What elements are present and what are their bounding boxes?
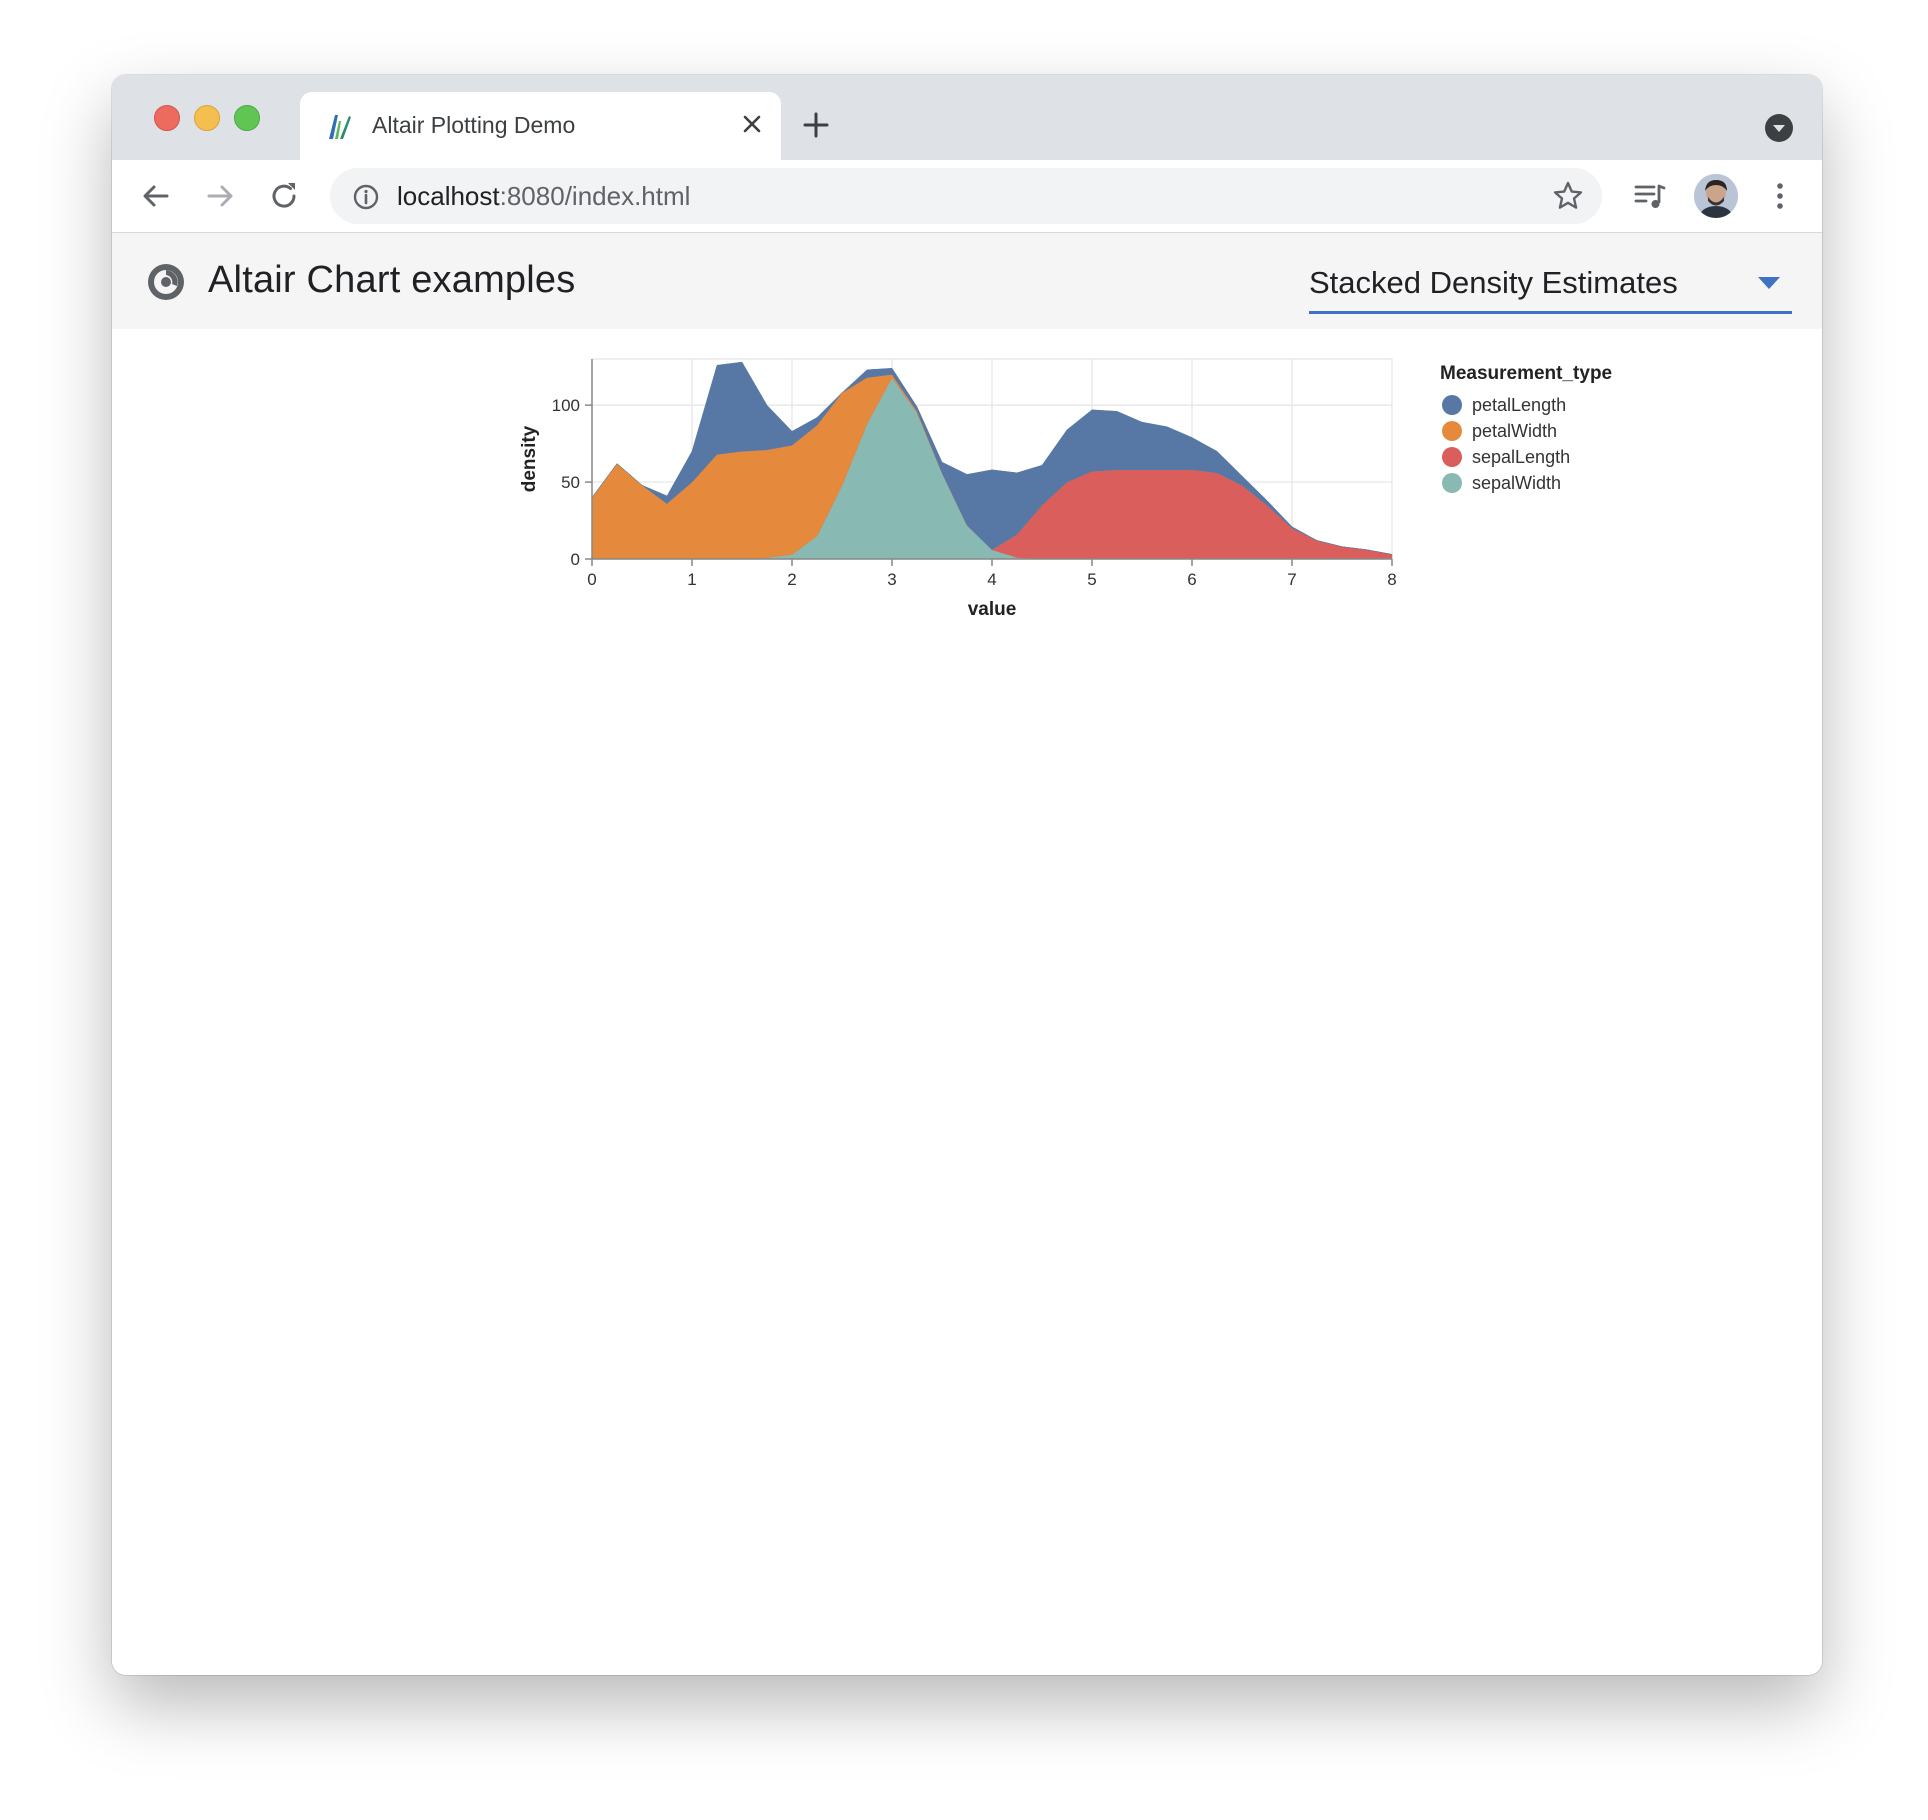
minimize-window-icon[interactable] bbox=[194, 105, 220, 131]
legend-label: sepalLength bbox=[1472, 447, 1570, 467]
url-path: :8080/index.html bbox=[499, 181, 691, 211]
chevron-down-icon[interactable] bbox=[1764, 113, 1794, 143]
x-tick-label: 5 bbox=[1087, 570, 1096, 589]
app-logo-icon bbox=[148, 264, 184, 300]
tab-strip: Altair Plotting Demo bbox=[112, 75, 1822, 160]
app-header: Altair Chart examples Stacked Density Es… bbox=[112, 233, 1822, 329]
y-axis-title: density bbox=[519, 425, 540, 492]
x-tick-label: 3 bbox=[887, 570, 896, 589]
close-window-icon[interactable] bbox=[154, 105, 180, 131]
y-tick-label: 50 bbox=[561, 473, 580, 492]
arrow-left-icon[interactable] bbox=[138, 178, 174, 214]
media-queue-icon[interactable] bbox=[1632, 178, 1668, 214]
x-tick-label: 7 bbox=[1287, 570, 1296, 589]
tab-title: Altair Plotting Demo bbox=[372, 112, 576, 138]
reload-icon[interactable] bbox=[266, 178, 302, 214]
close-icon[interactable] bbox=[734, 106, 770, 142]
browser-window: Altair Plotting Demo localhost:8080/inde… bbox=[112, 75, 1822, 1675]
x-tick-label: 0 bbox=[587, 570, 596, 589]
legend-title: Measurement_type bbox=[1440, 363, 1612, 384]
altair-favicon-icon bbox=[329, 115, 351, 139]
url-host: localhost bbox=[397, 181, 500, 211]
legend-label: sepalWidth bbox=[1472, 473, 1561, 493]
info-icon[interactable] bbox=[352, 183, 380, 211]
arrow-right-icon[interactable] bbox=[202, 178, 238, 214]
legend-symbol-petalLength bbox=[1442, 395, 1462, 415]
legend-label: petalLength bbox=[1472, 395, 1566, 415]
plus-icon[interactable] bbox=[798, 107, 834, 143]
kebab-icon[interactable] bbox=[1762, 178, 1798, 214]
avatar[interactable] bbox=[1694, 174, 1738, 218]
legend-symbol-petalWidth bbox=[1442, 421, 1462, 441]
star-icon[interactable] bbox=[1552, 180, 1584, 212]
url-text: localhost:8080/index.html bbox=[397, 181, 690, 212]
browser-toolbar: localhost:8080/index.html bbox=[112, 160, 1822, 233]
x-tick-label: 2 bbox=[787, 570, 796, 589]
x-tick-label: 8 bbox=[1387, 570, 1396, 589]
browser-tab[interactable]: Altair Plotting Demo bbox=[300, 92, 781, 160]
x-tick-label: 4 bbox=[987, 570, 996, 589]
x-tick-label: 6 bbox=[1187, 570, 1196, 589]
legend-symbol-sepalLength bbox=[1442, 447, 1462, 467]
example-select-value: Stacked Density Estimates bbox=[1309, 265, 1678, 300]
address-bar[interactable]: localhost:8080/index.html bbox=[330, 168, 1602, 224]
density-chart: 0 1 2 3 4 5 6 7 8 0 50 100 value density Measurement_t… bbox=[519, 358, 1612, 620]
legend-label: petalWidth bbox=[1472, 421, 1557, 441]
profile-picture bbox=[1694, 174, 1738, 218]
y-tick-label: 0 bbox=[571, 550, 580, 569]
chart-area: 0 1 2 3 4 5 6 7 8 0 50 100 value density Measurement_t… bbox=[112, 329, 1822, 1675]
x-axis-title: value bbox=[968, 599, 1017, 620]
caret-down-icon[interactable] bbox=[1758, 277, 1780, 289]
example-select[interactable]: Stacked Density Estimates bbox=[1309, 253, 1792, 314]
page-title: Altair Chart examples bbox=[208, 259, 576, 301]
legend-symbol-sepalWidth bbox=[1442, 473, 1462, 493]
maximize-window-icon[interactable] bbox=[234, 105, 260, 131]
y-tick-label: 100 bbox=[552, 396, 580, 415]
x-tick-label: 1 bbox=[687, 570, 696, 589]
